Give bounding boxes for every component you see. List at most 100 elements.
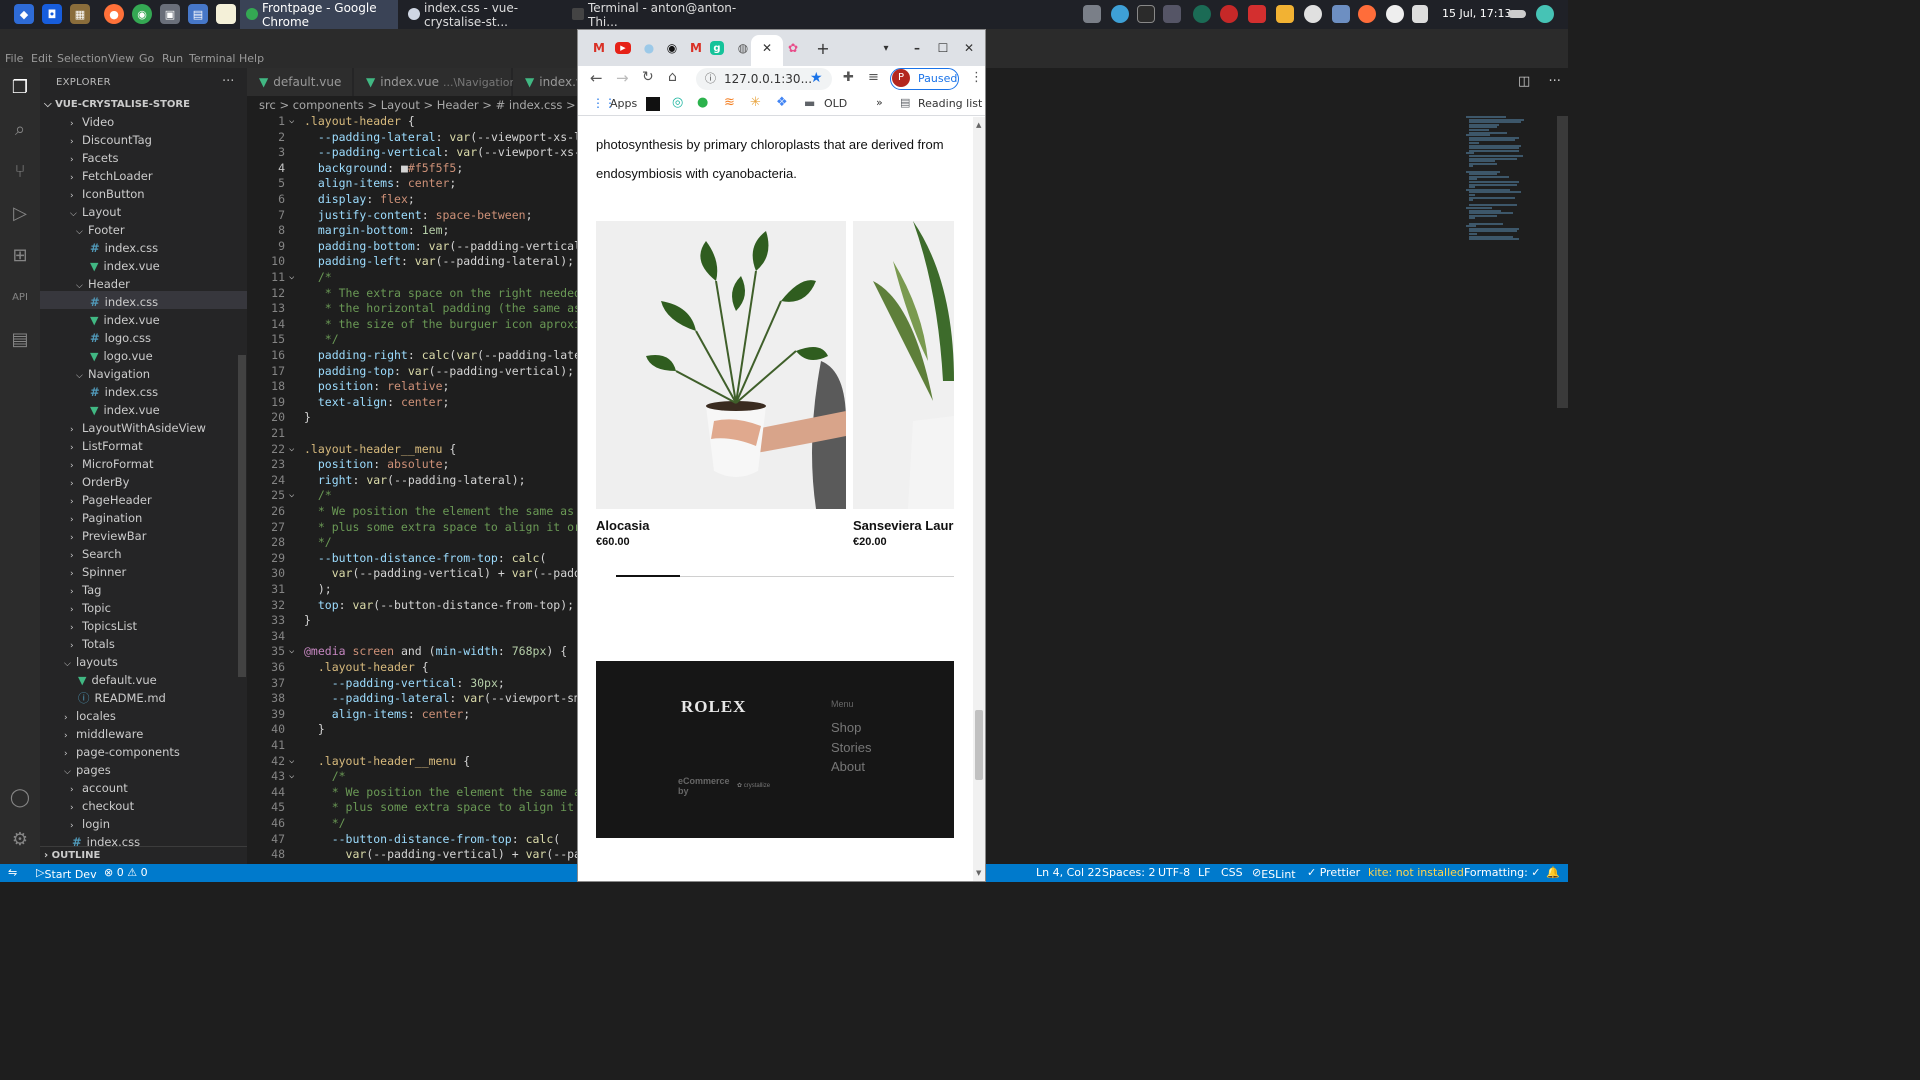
bookmark-apps[interactable]: Apps	[610, 97, 637, 110]
task-terminal[interactable]: Terminal - anton@anton-Thi...	[566, 0, 746, 29]
api-icon[interactable]: API	[8, 286, 32, 310]
github-tray-icon[interactable]	[1304, 5, 1322, 23]
bookmark-icon-dark[interactable]	[646, 97, 660, 111]
menu-file[interactable]: File	[5, 52, 23, 65]
page-scroll-thumb[interactable]	[975, 710, 983, 780]
outline-section[interactable]: › OUTLINE	[40, 846, 247, 864]
tree-item[interactable]: ▼ logo.vue	[90, 347, 153, 365]
vpn-tray-icon[interactable]	[1193, 5, 1211, 23]
bookmark-icon-teal[interactable]: ◎	[672, 95, 683, 110]
eslint-status[interactable]: ⊘ ESLint	[1252, 866, 1296, 881]
editor-scrollbar[interactable]	[1557, 116, 1568, 408]
bookmark-icon-stack[interactable]: ≋	[724, 95, 735, 110]
remote-icon[interactable]: ⇋	[8, 866, 17, 879]
menu-run[interactable]: Run	[162, 52, 183, 65]
bookmark-icon-spark[interactable]: ✳	[750, 95, 761, 110]
tree-item[interactable]: › Pagination	[70, 509, 142, 527]
fold-chevron-icon[interactable]: ⌵	[289, 270, 294, 286]
folder-tray-icon[interactable]	[1083, 5, 1101, 23]
tree-item[interactable]: › page-components	[64, 743, 180, 761]
task-chrome[interactable]: Frontpage - Google Chrome	[240, 0, 398, 29]
tree-item[interactable]: ⌵ Footer	[76, 221, 125, 239]
task-vscode[interactable]: index.css - vue-crystalise-st...	[402, 0, 562, 29]
menu-help[interactable]: Help	[239, 52, 264, 65]
tree-item[interactable]: › locales	[64, 707, 116, 725]
menu-edit[interactable]: Edit	[31, 52, 52, 65]
project-root[interactable]: ⌵ VUE-CRYSTALISE-STORE	[44, 99, 190, 110]
mail-tray-icon[interactable]	[1248, 5, 1266, 23]
bitwarden-icon[interactable]: ◘	[42, 4, 62, 24]
tree-item[interactable]: ▼ index.vue	[90, 311, 160, 329]
end-of-line[interactable]: LF	[1198, 866, 1210, 879]
maximize-icon[interactable]: ☐	[934, 39, 952, 57]
tree-item[interactable]: ⌵ Layout	[70, 203, 121, 221]
tree-item[interactable]: › middleware	[64, 725, 143, 743]
cursor-position[interactable]: Ln 4, Col 22	[1036, 866, 1102, 879]
board-icon[interactable]: ▤	[8, 328, 32, 352]
user-tray-icon[interactable]	[1536, 5, 1554, 23]
tree-item[interactable]: ⌵ layouts	[64, 653, 118, 671]
menu-selection[interactable]: Selection	[57, 52, 108, 65]
postgres-tray-icon[interactable]	[1332, 5, 1350, 23]
tree-item[interactable]: ▼ index.vue	[90, 401, 160, 419]
database-tray-icon[interactable]	[1276, 5, 1294, 23]
crystallize-logo[interactable]: ✿ crystallize	[737, 782, 770, 789]
tree-item[interactable]: # index.css	[90, 293, 158, 311]
tab-default-vue[interactable]: ▼ default.vue	[247, 68, 353, 96]
run-debug-icon[interactable]: ▷	[8, 202, 32, 226]
tree-item[interactable]: ⓘ README.md	[78, 689, 166, 707]
minimap[interactable]	[1462, 114, 1557, 244]
tree-item[interactable]: › TopicsList	[70, 617, 137, 635]
source-control-icon[interactable]: ⑂	[8, 160, 32, 184]
fold-chevron-icon[interactable]: ⌵	[289, 488, 294, 504]
product-name[interactable]: Alocasia	[596, 518, 649, 533]
tree-item[interactable]: # index.css	[90, 239, 158, 257]
code-editor[interactable]: 1 ⌵ .layout-header {2 --padding-lateral: v…	[247, 114, 578, 864]
record-tray-icon[interactable]	[1220, 5, 1238, 23]
search-icon[interactable]: ⌕	[8, 118, 32, 142]
volume-tray-icon[interactable]	[1412, 5, 1428, 23]
clock[interactable]: 15 Jul, 17:13	[1442, 7, 1511, 20]
more-actions-icon[interactable]: ···	[1548, 74, 1560, 89]
tree-item[interactable]: › OrderBy	[70, 473, 129, 491]
tree-item[interactable]: › Search	[70, 545, 122, 563]
footer-logo[interactable]: ROLEX	[681, 697, 746, 717]
notifications-bell-icon[interactable]: 🔔	[1546, 866, 1560, 879]
reading-queue-icon[interactable]: ≡	[868, 70, 879, 85]
sync-tray-icon[interactable]	[1111, 5, 1129, 23]
back-icon[interactable]: ←	[590, 69, 603, 87]
prettier-status[interactable]: ✓ Prettier	[1307, 866, 1360, 879]
reading-list[interactable]: Reading list	[918, 97, 982, 110]
tree-item[interactable]: ⌵ pages	[64, 761, 111, 779]
language-mode[interactable]: CSS	[1221, 866, 1243, 879]
tree-item[interactable]: › Totals	[70, 635, 115, 653]
breadcrumb[interactable]: src > components > Layout > Header > # i…	[259, 98, 628, 112]
files-icon[interactable]: ▦	[70, 4, 90, 24]
home-icon[interactable]: ⌂	[668, 69, 677, 85]
tree-item[interactable]: › login	[70, 815, 110, 833]
gmail-tab-icon[interactable]: M	[687, 39, 705, 57]
gmail-tab-icon[interactable]: M	[590, 39, 608, 57]
reload-icon[interactable]: ↻	[642, 69, 654, 85]
chrome-icon[interactable]: ◉	[132, 4, 152, 24]
tree-item[interactable]: # logo.css	[90, 329, 151, 347]
footer-link-stories[interactable]: Stories	[831, 740, 871, 755]
github-tab-icon[interactable]: ◉	[663, 39, 681, 57]
kite-status[interactable]: kite: not installed	[1368, 866, 1464, 879]
grammarly-tab-icon[interactable]: g	[710, 41, 724, 55]
problems-indicator[interactable]: ⊗ 0 ⚠ 0	[104, 866, 148, 879]
settings-gear-icon[interactable]: ⚙	[8, 828, 32, 852]
tab-navigation-index-vue[interactable]: ▼ index.vue ...\Navigation	[354, 68, 517, 96]
tree-item[interactable]: › Tag	[70, 581, 101, 599]
menu-terminal[interactable]: Terminal	[189, 52, 236, 65]
split-editor-icon[interactable]: ◫	[1518, 74, 1530, 89]
tree-item[interactable]: ▼ index.vue	[90, 257, 160, 275]
tree-item[interactable]: ▼ default.vue	[78, 671, 157, 689]
tab-search-icon[interactable]: ▾	[877, 39, 895, 57]
tree-item[interactable]: › PreviewBar	[70, 527, 146, 545]
more-actions-icon[interactable]: ···	[222, 74, 234, 89]
scroll-up-icon[interactable]: ▲	[976, 121, 981, 129]
bookmarks-overflow[interactable]: »	[876, 96, 883, 109]
tree-item[interactable]: › MicroFormat	[70, 455, 153, 473]
bookmark-icon-green[interactable]: ●	[697, 95, 708, 110]
